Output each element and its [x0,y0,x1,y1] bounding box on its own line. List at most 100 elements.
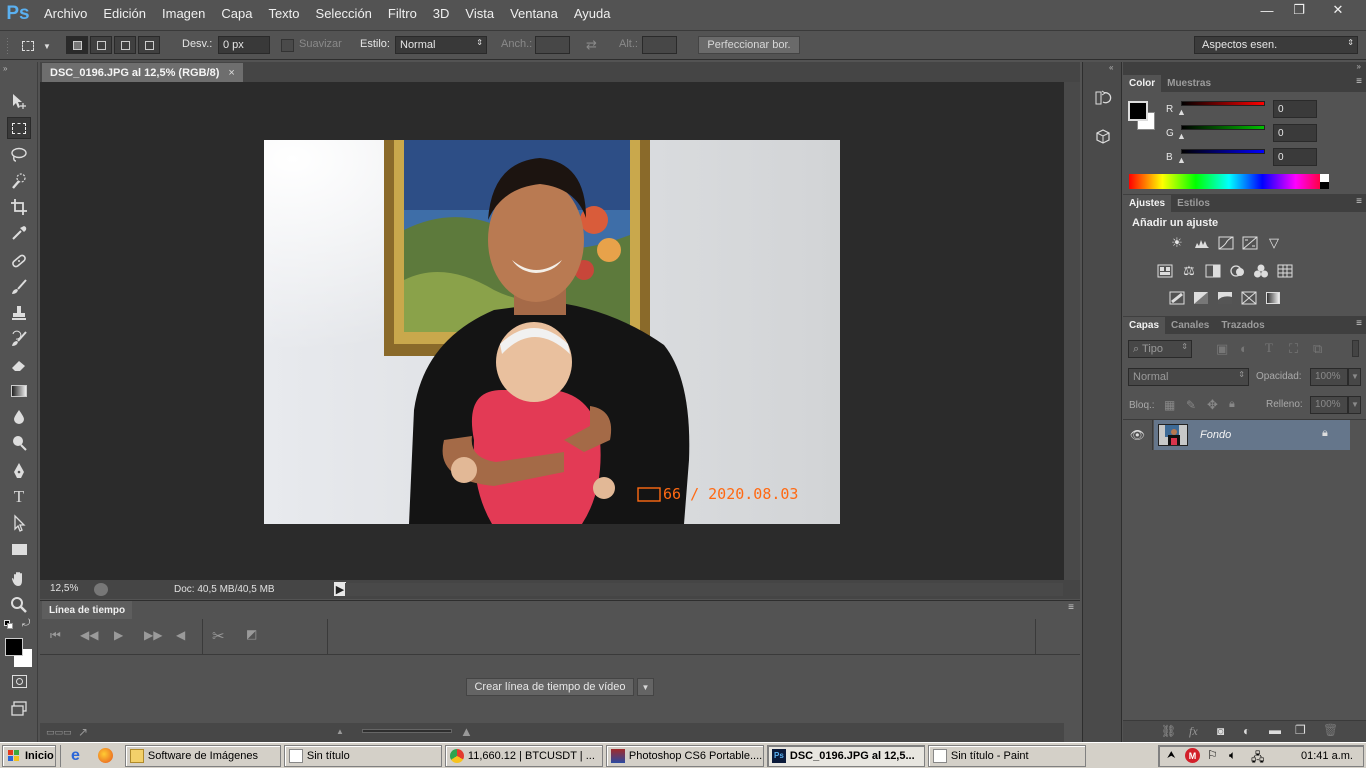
horizontal-scrollbar[interactable] [345,583,1063,596]
task-photoshop-portable[interactable]: Photoshop CS6 Portable.... [605,744,764,767]
lock-position-icon[interactable]: ✥ [1207,397,1218,413]
quick-selection-tool-icon[interactable] [7,170,31,192]
slider-thumb-icon[interactable]: ▲ [1177,131,1186,141]
tab-swatches[interactable]: Muestras [1161,75,1217,92]
action-center-flag-icon[interactable]: ⚐ [1207,748,1218,762]
menu-filtro[interactable]: Filtro [380,0,425,28]
height-input[interactable] [642,36,677,54]
lock-transparency-icon[interactable]: ▦ [1164,398,1175,412]
slider-thumb-icon[interactable]: ▲ [1177,107,1186,117]
menu-3d[interactable]: 3D [425,0,458,28]
foreground-color-swatch[interactable] [5,638,23,656]
new-adjustment-layer-icon[interactable]: ◐ [1243,724,1250,738]
menu-texto[interactable]: Texto [260,0,307,28]
collapse-arrows-icon[interactable]: » [3,64,7,73]
lock-image-icon[interactable]: ✎ [1186,398,1196,412]
levels-icon[interactable] [1194,236,1210,250]
layer-filter-select[interactable]: ⌕ Tipo ⇕ [1128,340,1192,358]
link-layers-icon[interactable]: ⛓ [1161,724,1176,738]
panel-menu-icon[interactable]: ≡ [1356,196,1362,207]
layer-thumbnail[interactable] [1158,424,1188,446]
workspace-select[interactable]: Aspectos esen. ⇕ [1194,36,1358,54]
lock-all-icon[interactable]: 🔒︎ [1229,398,1235,411]
task-dsc0196[interactable]: Ps DSC_0196.JPG al 12,5... [766,744,925,767]
intersect-selection-button[interactable] [138,36,160,54]
canvas-area[interactable]: 66 / 2020.08.03 [40,82,1064,580]
posterize-icon[interactable] [1193,291,1209,305]
network-icon[interactable]: 🖧 [1251,748,1264,768]
clock[interactable]: 01:41 a.m. [1301,750,1353,762]
clone-stamp-tool-icon[interactable] [7,302,31,324]
curves-icon[interactable] [1218,236,1234,250]
frame-mode-icon[interactable]: ▭▭▭ [46,727,72,738]
path-selection-tool-icon[interactable] [7,512,31,534]
menu-capa[interactable]: Capa [213,0,260,28]
layer-name[interactable]: Fondo [1200,429,1231,441]
tab-styles[interactable]: Estilos [1171,195,1216,212]
restore-button[interactable]: ❐ [1284,0,1314,20]
delete-layer-icon[interactable]: 🗑︎ [1323,723,1338,737]
invert-icon[interactable] [1169,291,1185,305]
3d-properties-icon[interactable] [1091,126,1115,148]
feather-input[interactable]: 0 px [218,36,270,54]
channel-b-slider[interactable] [1181,149,1265,154]
type-tool-icon[interactable]: T [7,486,31,508]
crop-tool-icon[interactable] [7,196,31,218]
transition-icon[interactable]: ◩ [246,627,257,641]
task-sin-titulo-paint[interactable]: Sin título - Paint [927,744,1086,767]
share-icon[interactable] [94,583,108,596]
dodge-tool-icon[interactable] [7,432,31,454]
menu-ayuda[interactable]: Ayuda [566,0,619,28]
add-mask-icon[interactable]: ◙ [1217,724,1224,738]
opacity-input[interactable]: 100% [1310,368,1348,386]
pen-tool-icon[interactable] [7,460,31,482]
eraser-tool-icon[interactable] [7,354,31,376]
black-swatch[interactable] [1320,182,1329,189]
tab-adjustments[interactable]: Ajustes [1123,195,1172,212]
create-video-timeline-button[interactable]: Crear línea de tiempo de vídeo [466,678,634,696]
internet-explorer-icon[interactable]: e [71,747,80,765]
default-colors-icon[interactable] [4,620,14,630]
filter-shape-icon[interactable]: ⛶ [1289,341,1298,357]
swap-icon[interactable]: ⇄ [586,37,597,53]
split-scissors-icon[interactable]: ✂ [212,627,225,645]
filter-pixel-icon[interactable]: ▣ [1216,341,1228,357]
zoom-tool-icon[interactable] [7,594,31,616]
white-swatch[interactable] [1320,174,1329,182]
close-tab-icon[interactable]: × [228,67,234,79]
screen-mode-icon[interactable] [7,698,31,720]
menu-seleccion[interactable]: Selección [308,0,380,28]
menu-vista[interactable]: Vista [457,0,502,28]
menu-archivo[interactable]: Archivo [36,0,95,28]
color-spectrum-ramp[interactable] [1129,174,1329,189]
previous-frame-icon[interactable]: ◀◀ [80,628,98,642]
blend-mode-select[interactable]: Normal ⇕ [1128,368,1249,386]
task-btcusdt[interactable]: 11,660.12 | BTCUSDT | ... [444,744,603,767]
gradient-tool-icon[interactable] [7,380,31,402]
color-balance-icon[interactable]: ⚖ [1181,263,1197,278]
show-hidden-icons-icon[interactable]: ⮝ [1167,750,1176,761]
new-layer-icon[interactable]: ❐ [1295,723,1306,737]
collapse-arrows-icon[interactable]: « [1109,63,1113,72]
new-selection-button[interactable] [66,36,88,54]
document-tab[interactable]: DSC_0196.JPG al 12,5% (RGB/8) × [42,63,243,82]
fill-dropdown[interactable]: ▼ [1348,396,1361,414]
channel-mixer-icon[interactable] [1253,264,1269,278]
channel-r-slider[interactable] [1181,101,1265,106]
threshold-icon[interactable] [1217,291,1233,305]
channel-g-input[interactable]: 0 [1273,124,1317,142]
render-icon[interactable]: ↗ [78,725,88,739]
hand-tool-icon[interactable] [7,568,31,590]
volume-icon[interactable]: 🔈︎ [1229,748,1236,763]
subtract-selection-button[interactable] [114,36,136,54]
rectangular-marquee-tool-icon[interactable] [7,117,31,139]
go-to-first-frame-icon[interactable]: ⏮ [50,628,61,643]
swap-colors-icon[interactable]: ⤾ [22,618,30,629]
healing-brush-tool-icon[interactable] [7,250,31,272]
minimize-button[interactable]: — [1252,0,1282,20]
slider-thumb-icon[interactable]: ▲ [1177,155,1186,165]
hue-saturation-icon[interactable] [1157,264,1173,278]
history-panel-icon[interactable] [1091,87,1115,109]
panel-menu-icon[interactable]: ≡ [1068,602,1074,613]
audio-icon[interactable]: ◀ [176,628,185,642]
